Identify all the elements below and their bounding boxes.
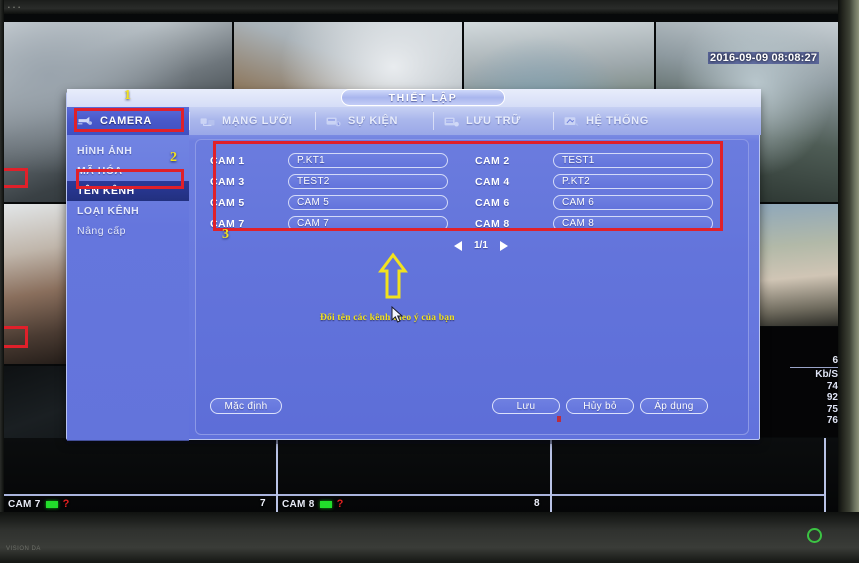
- monitor-brand-logo: VISION DA: [6, 546, 41, 552]
- tab-label: LƯU TRỮ: [466, 115, 521, 127]
- next-arrow-icon[interactable]: [499, 240, 508, 251]
- pane-divider: [824, 438, 826, 512]
- annotation-step-2: 2: [170, 150, 177, 165]
- channel-status-cam8: CAM 8 ?: [282, 498, 344, 510]
- alert-icon: ?: [336, 498, 344, 510]
- bitrate-value: 76: [826, 415, 838, 426]
- dialog-base-shadow: [66, 440, 760, 444]
- bottom-pane-row: [4, 438, 838, 512]
- mouse-cursor-icon: [391, 306, 404, 323]
- power-led-icon: [807, 528, 822, 543]
- tab-label: MẠNG LƯỚI: [222, 115, 293, 127]
- default-button[interactable]: Mặc định: [210, 398, 282, 414]
- live-timestamp: 2016-09-09 08:08:27: [708, 52, 820, 64]
- network-icon: [200, 117, 215, 126]
- status-underline: [278, 494, 550, 496]
- channel-label: CAM 8: [282, 498, 315, 510]
- annotation-step-1: 1: [124, 88, 131, 103]
- bitrate-panel: Kb/S 74 92 75 76: [790, 366, 838, 427]
- pane-divider: [276, 438, 278, 512]
- tab-event[interactable]: SỰ KIỆN: [315, 107, 433, 135]
- pane-divider: [550, 438, 552, 512]
- annotation-box-left-pane-top: [0, 168, 28, 188]
- record-indicator-icon: [319, 500, 332, 508]
- annotation-step-3: 3: [222, 227, 229, 242]
- bitrate-value: 74: [826, 380, 838, 392]
- channel-number-8: 8: [534, 498, 540, 509]
- prev-arrow-icon[interactable]: [454, 240, 462, 251]
- channel-label: CAM 7: [8, 498, 41, 510]
- cancel-button[interactable]: Hủy bỏ: [566, 398, 634, 414]
- annotation-up-arrow-icon: [378, 252, 408, 299]
- channel-number-7: 7: [260, 498, 266, 509]
- bitrate-unit-label: Kb/S: [790, 367, 838, 381]
- save-button[interactable]: Lưu: [492, 398, 560, 414]
- annotation-caption: Đổi tên các kênh theo ý của bạn: [320, 313, 455, 323]
- status-underline: [552, 494, 824, 496]
- monitor-bezel-top: [0, 0, 859, 14]
- apply-button[interactable]: Áp dụng: [640, 398, 708, 414]
- record-indicator-icon: [45, 500, 58, 508]
- monitor-bezel-right: [838, 0, 859, 563]
- page-indicator: 1/1: [474, 240, 488, 251]
- alert-icon: ?: [62, 498, 70, 510]
- bitrate-value: 75: [826, 403, 838, 415]
- monitor-bezel-left: [0, 0, 4, 563]
- dialog-button-row: Mặc định Lưu Hủy bỏ Áp dụng: [196, 398, 750, 428]
- tab-storage[interactable]: LƯU TRỮ: [433, 107, 553, 135]
- storage-icon: [444, 117, 459, 127]
- annotation-box-ten-kenh: [76, 169, 184, 189]
- event-icon: [326, 117, 341, 126]
- pagination: 1/1: [454, 240, 508, 251]
- annotation-box-camera-tab: [74, 108, 184, 132]
- tab-label: HỆ THỐNG: [586, 115, 649, 127]
- tab-system[interactable]: HỆ THỐNG: [553, 107, 679, 135]
- bitrate-top-value: 6: [832, 355, 838, 366]
- bitrate-value: 92: [826, 392, 838, 403]
- tab-label: SỰ KIỆN: [348, 115, 398, 127]
- monitor-screenshot: CAM 7 ? 7 CAM 8 ? 8 2016-09-09 08:08:27 …: [0, 0, 859, 563]
- bezel-marking: • • •: [8, 5, 22, 11]
- dialog-title: THIẾT LẬP: [341, 89, 505, 106]
- system-icon: [564, 116, 579, 126]
- annotation-box-left-pane-bottom: [0, 326, 28, 348]
- annotation-box-channel-grid: [213, 141, 723, 231]
- monitor-bezel-bottom: [0, 512, 859, 563]
- tab-network[interactable]: MẠNG LƯỚI: [189, 107, 315, 135]
- status-underline: [4, 494, 276, 496]
- sidebar-item-nang-cap[interactable]: Nâng cấp: [67, 221, 189, 241]
- channel-status-cam7: CAM 7 ?: [8, 498, 70, 510]
- sidebar-item-loai-kenh[interactable]: LOẠI KÊNH: [67, 201, 189, 221]
